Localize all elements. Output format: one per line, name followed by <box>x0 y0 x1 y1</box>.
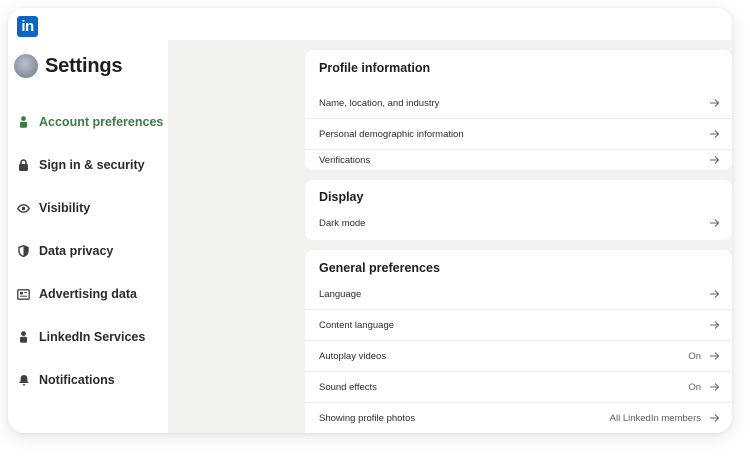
setting-label: Language <box>319 288 362 300</box>
sidebar-item-sign-in-security[interactable]: Sign in & security <box>8 151 168 179</box>
sidebar-item-label: Advertising data <box>39 287 137 301</box>
section-title: Profile information <box>319 61 431 75</box>
person-icon <box>17 331 30 344</box>
sidebar-item-visibility[interactable]: Visibility <box>8 194 168 222</box>
sidebar-item-label: Sign in & security <box>39 158 145 172</box>
page-title: Settings <box>45 54 123 77</box>
sidebar-item-advertising-data[interactable]: Advertising data <box>8 280 168 308</box>
setting-row-name-location-industry[interactable]: Name, location, and industry <box>305 88 732 118</box>
sidebar-item-account-preferences[interactable]: Account preferences <box>8 108 168 136</box>
arrow-right-icon <box>710 414 720 422</box>
setting-label: Verifications <box>319 154 371 166</box>
setting-row-language[interactable]: Language <box>305 279 732 309</box>
bell-icon <box>17 374 30 387</box>
arrow-right-icon <box>710 383 720 391</box>
sidebar-item-label: Visibility <box>39 201 91 215</box>
arrow-right-icon <box>710 321 720 329</box>
arrow-right-icon <box>710 290 720 298</box>
setting-label: Personal demographic information <box>319 128 464 140</box>
setting-label: Autoplay videos <box>319 350 387 362</box>
section-title: Display <box>319 190 364 204</box>
setting-value: On <box>688 350 701 362</box>
sidebar-item-label: Account preferences <box>39 115 164 129</box>
setting-label: Dark mode <box>319 217 366 229</box>
setting-label: Name, location, and industry <box>319 97 440 109</box>
setting-value: On <box>688 381 701 393</box>
newspaper-icon <box>17 288 30 301</box>
arrow-right-icon <box>710 99 720 107</box>
sidebar-item-linkedin-services[interactable]: LinkedIn Services <box>8 323 168 351</box>
eye-icon <box>17 202 30 215</box>
settings-sidebar: Settings Account preferences Sign in & s… <box>8 40 168 433</box>
setting-label: Sound effects <box>319 381 377 393</box>
sidebar-item-label: Data privacy <box>39 244 114 258</box>
linkedin-logo[interactable]: in <box>17 16 38 37</box>
person-icon <box>17 116 30 129</box>
setting-row-autoplay-videos[interactable]: Autoplay videos On <box>305 341 732 371</box>
app-window: in Settings Account preferences Sign in … <box>8 8 732 433</box>
setting-row-sound-effects[interactable]: Sound effects On <box>305 372 732 402</box>
setting-row-personal-demographic[interactable]: Personal demographic information <box>305 119 732 149</box>
general-preferences-card: General preferences Language Content lan… <box>305 250 732 433</box>
sidebar-item-notifications[interactable]: Notifications <box>8 366 168 394</box>
shield-icon <box>17 245 30 258</box>
setting-value: All LinkedIn members <box>609 412 701 424</box>
arrow-right-icon <box>710 219 720 227</box>
setting-label: Content language <box>319 319 395 331</box>
setting-row-dark-mode[interactable]: Dark mode <box>305 211 732 235</box>
sidebar-item-label: Notifications <box>39 373 115 387</box>
setting-row-verifications[interactable]: Verifications <box>305 150 732 170</box>
top-bar: in <box>8 8 732 40</box>
arrow-right-icon <box>710 130 720 138</box>
setting-row-showing-profile-photos[interactable]: Showing profile photos All LinkedIn memb… <box>305 403 732 433</box>
arrow-right-icon <box>710 156 720 164</box>
sidebar-item-data-privacy[interactable]: Data privacy <box>8 237 168 265</box>
avatar[interactable] <box>14 54 38 78</box>
setting-label: Showing profile photos <box>319 412 416 424</box>
display-card: Display Dark mode <box>305 180 732 240</box>
section-title: General preferences <box>319 261 440 275</box>
sidebar-item-label: LinkedIn Services <box>39 330 146 344</box>
settings-header: Settings <box>14 54 122 78</box>
profile-information-card: Profile information Name, location, and … <box>305 50 732 170</box>
setting-row-content-language[interactable]: Content language <box>305 310 732 340</box>
lock-icon <box>17 159 30 172</box>
arrow-right-icon <box>710 352 720 360</box>
